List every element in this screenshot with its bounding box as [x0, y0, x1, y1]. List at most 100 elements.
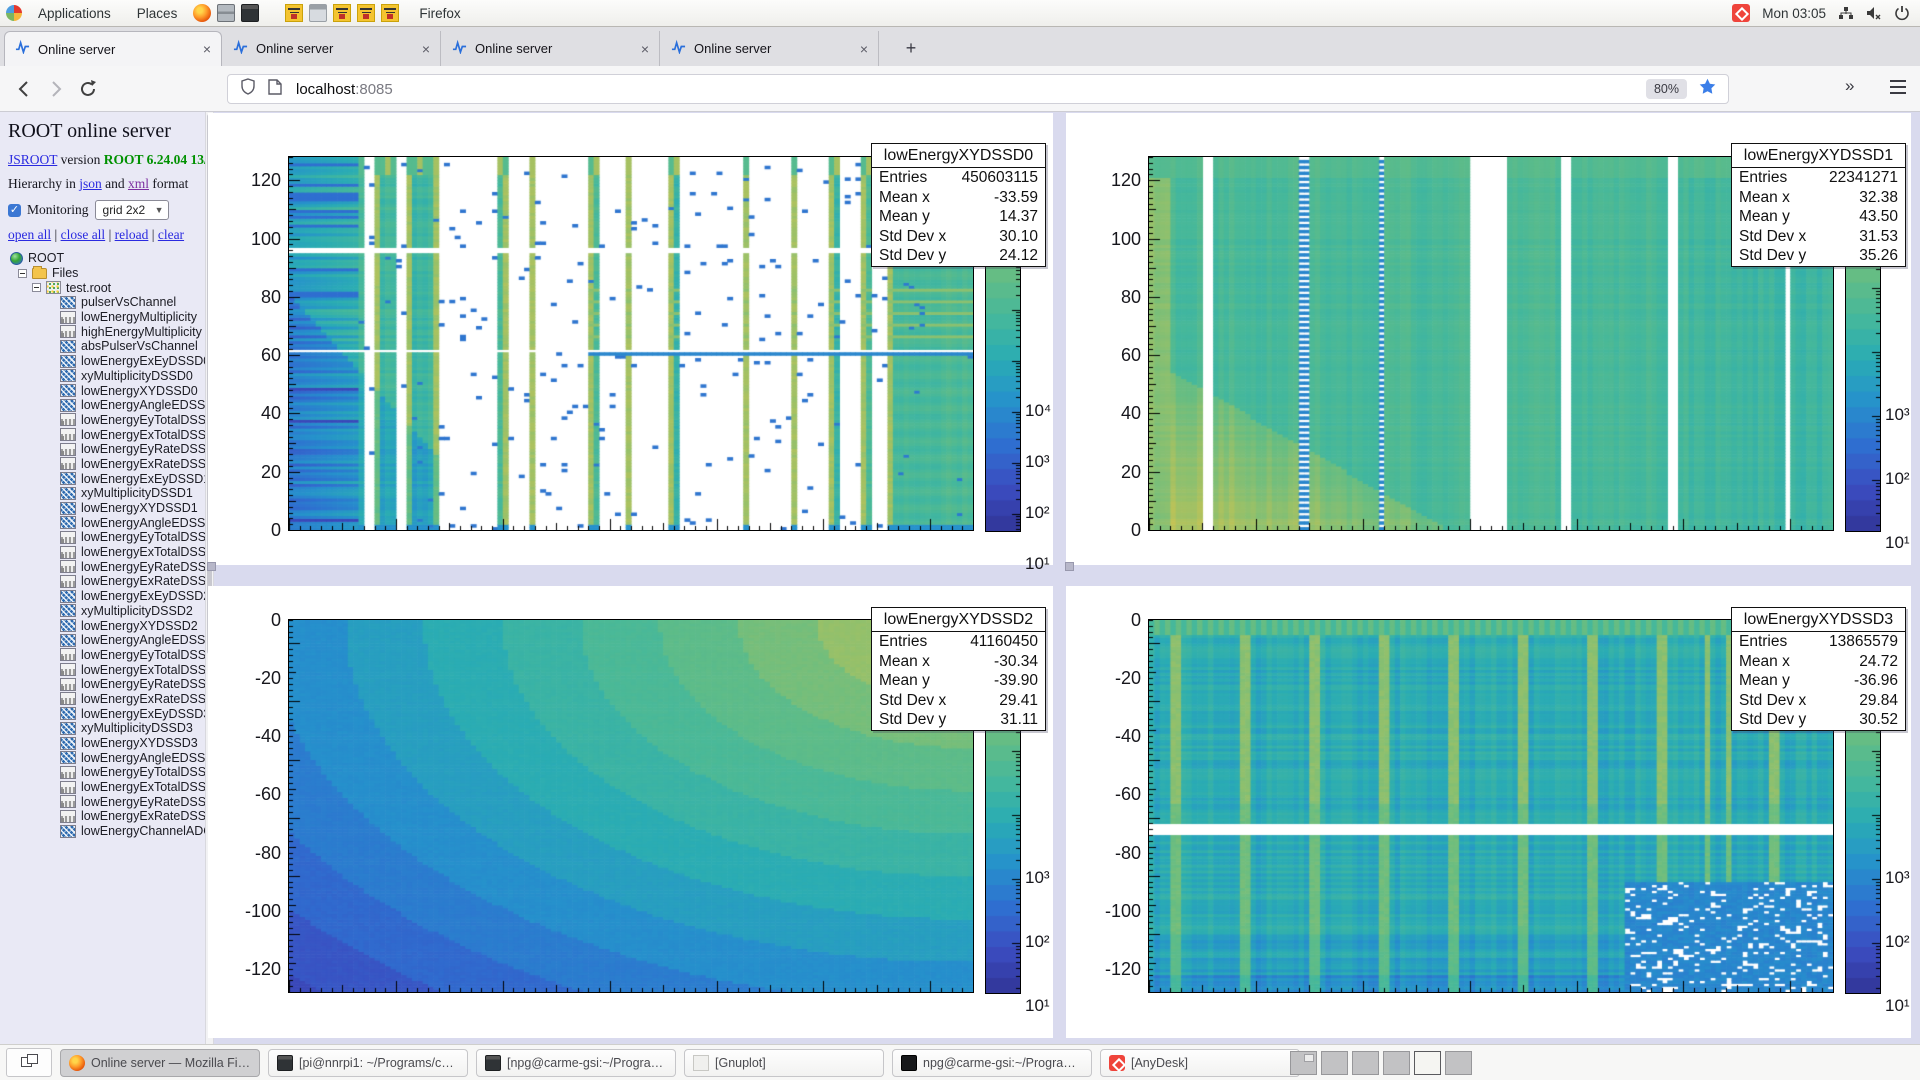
tree-item-label[interactable]: lowEnergyExRateDSSD1 [81, 574, 205, 588]
pad-resize-handle[interactable] [207, 562, 216, 571]
monitoring-checkbox[interactable]: ✓ [8, 204, 21, 217]
jsroot-link[interactable]: JSROOT [8, 152, 57, 167]
tab-close-icon[interactable]: × [860, 41, 868, 57]
midas-launcher-icon[interactable] [381, 4, 399, 22]
tree-item-label[interactable]: lowEnergyAngleEDSSD2 [81, 633, 205, 647]
workspace-cell-6[interactable] [1445, 1051, 1472, 1075]
url-bar[interactable]: localhost:8085 80% [227, 74, 1729, 104]
workspace-cell-1[interactable] [1290, 1051, 1317, 1075]
midas-launcher-icon[interactable] [333, 4, 351, 22]
grid-layout-select[interactable]: grid 2x2▼ [95, 200, 169, 220]
tree-item-label[interactable]: lowEnergyExEyDSSD1 [81, 472, 205, 486]
new-tab-button[interactable]: + [898, 36, 924, 62]
tab-online-server-3[interactable]: Online server× [442, 31, 660, 66]
tree-item-label[interactable]: xyMultiplicityDSSD3 [81, 721, 193, 735]
power-icon[interactable] [1894, 5, 1910, 21]
tree-item-label[interactable]: lowEnergyExRateDSSD3 [81, 809, 205, 823]
firefox-launcher-icon[interactable] [193, 4, 211, 22]
workspace-cell-4[interactable] [1383, 1051, 1410, 1075]
clock[interactable]: Mon 03:05 [1762, 6, 1826, 21]
system-tool-launcher-icon[interactable] [309, 4, 327, 22]
tree-item-label[interactable]: lowEnergyExEyDSSD3 [81, 707, 205, 721]
tree-item-label[interactable]: test.root [66, 281, 111, 295]
workspace-cell-2[interactable] [1321, 1051, 1348, 1075]
tree-item-label[interactable]: pulserVsChannel [81, 295, 176, 309]
stats-box-lowEnergyXYDSSD1[interactable]: lowEnergyXYDSSD1Entries22341271Mean x32.… [1731, 143, 1906, 267]
tree-item-label[interactable]: xyMultiplicityDSSD2 [81, 604, 193, 618]
show-desktop-button[interactable] [6, 1048, 52, 1077]
action-clear[interactable]: clear [158, 227, 184, 242]
tree-item-label[interactable]: lowEnergyExTotalDSSD2 [81, 663, 205, 677]
stats-box-lowEnergyXYDSSD3[interactable]: lowEnergyXYDSSD3Entries13865579Mean x24.… [1731, 607, 1906, 731]
taskbar-button-3[interactable]: [npg@carme-gsi:~/Programs/caenl... [476, 1049, 676, 1077]
volume-muted-icon[interactable] [1866, 5, 1882, 21]
places-menu[interactable]: Places [127, 6, 188, 21]
tree-item-label[interactable]: lowEnergyEyRateDSSD3 [81, 795, 205, 809]
tree-item-label[interactable]: lowEnergyExEyDSSD0 [81, 354, 205, 368]
tree-item-label[interactable]: lowEnergyExTotalDSSD0 [81, 428, 205, 442]
tab-online-server-1[interactable]: Online server× [4, 31, 222, 66]
bookmark-star-icon[interactable] [1699, 78, 1716, 100]
midas-launcher-icon[interactable] [357, 4, 375, 22]
taskbar-button-2[interactable]: [pi@nnrpi1: ~/Programs/caenlogg... [268, 1049, 468, 1077]
tree-item-label[interactable]: lowEnergyExTotalDSSD1 [81, 545, 205, 559]
network-icon[interactable] [1838, 5, 1854, 21]
tree-item-label[interactable]: lowEnergyExRateDSSD0 [81, 457, 205, 471]
tree-item-label[interactable]: ROOT [28, 251, 64, 265]
tree-item-label[interactable]: lowEnergyEyTotalDSSD3 [81, 765, 205, 779]
tree-collapse-toggle[interactable] [32, 283, 41, 292]
pad-resize-handle[interactable] [1065, 562, 1074, 571]
tree-item-label[interactable]: lowEnergyExTotalDSSD3 [81, 780, 205, 794]
app-menu-button[interactable] [1890, 80, 1906, 94]
taskbar-button-5[interactable]: npg@carme-gsi:~/Programs/CAR... [892, 1049, 1092, 1077]
tab-close-icon[interactable]: × [422, 41, 430, 57]
taskbar-button-1[interactable]: Online server — Mozilla Firefox [60, 1049, 260, 1077]
taskbar-button-6[interactable]: [AnyDesk] [1100, 1049, 1300, 1077]
action-close-all[interactable]: close all [61, 227, 106, 242]
anydesk-tray-icon[interactable] [1732, 4, 1750, 22]
shield-icon[interactable] [240, 78, 256, 100]
applications-menu[interactable]: Applications [28, 6, 121, 21]
tree-item-label[interactable]: lowEnergyAngleEDSSD3 [81, 751, 205, 765]
stats-box-lowEnergyXYDSSD0[interactable]: lowEnergyXYDSSD0Entries450603115Mean x-3… [871, 143, 1046, 267]
tree-item-label[interactable]: absPulserVsChannel [81, 339, 198, 353]
tab-close-icon[interactable]: × [641, 41, 649, 57]
url-text[interactable]: localhost:8085 [296, 81, 1646, 98]
stats-box-lowEnergyXYDSSD2[interactable]: lowEnergyXYDSSD2Entries41160450Mean x-30… [871, 607, 1046, 731]
tree-item-label[interactable]: lowEnergyEyRateDSSD1 [81, 560, 205, 574]
tree-item-label[interactable]: lowEnergyAngleEDSSD1 [81, 516, 205, 530]
tab-online-server-2[interactable]: Online server× [223, 31, 441, 66]
action-reload[interactable]: reload [115, 227, 149, 242]
tree-item-label[interactable]: lowEnergyChannelADC [81, 824, 205, 838]
xml-link[interactable]: xml [128, 176, 149, 191]
toolbar-overflow-button[interactable]: » [1845, 76, 1852, 96]
tree-item-label[interactable]: lowEnergyEyTotalDSSD0 [81, 413, 205, 427]
action-open-all[interactable]: open all [8, 227, 51, 242]
tree-item-label[interactable]: lowEnergyEyTotalDSSD2 [81, 648, 205, 662]
tree-item-label[interactable]: Files [52, 266, 78, 280]
taskbar-button-4[interactable]: [Gnuplot] [684, 1049, 884, 1077]
workspace-cell-3[interactable] [1352, 1051, 1379, 1075]
zoom-level-badge[interactable]: 80% [1646, 79, 1687, 99]
tree-item-label[interactable]: xyMultiplicityDSSD1 [81, 486, 193, 500]
tree-item-label[interactable]: lowEnergyEyRateDSSD2 [81, 677, 205, 691]
tab-close-icon[interactable]: × [203, 41, 211, 57]
tree-item-label[interactable]: lowEnergyXYDSSD0 [81, 384, 198, 398]
json-link[interactable]: json [79, 176, 102, 191]
file-manager-launcher-icon[interactable] [217, 4, 235, 22]
distro-menu-icon[interactable] [6, 5, 22, 21]
tree-item-label[interactable]: lowEnergyMultiplicity [81, 310, 197, 324]
tree-item-label[interactable]: lowEnergyXYDSSD2 [81, 619, 198, 633]
tree-item-label[interactable]: lowEnergyEyRateDSSD0 [81, 442, 205, 456]
tree-item-label[interactable]: lowEnergyXYDSSD1 [81, 501, 198, 515]
tree-collapse-toggle[interactable] [18, 269, 27, 278]
terminal-launcher-icon[interactable] [241, 4, 259, 22]
tab-online-server-4[interactable]: Online server× [661, 31, 879, 66]
tree-item-label[interactable]: lowEnergyXYDSSD3 [81, 736, 198, 750]
back-button[interactable] [12, 77, 36, 101]
forward-button[interactable] [44, 77, 68, 101]
workspace-cell-5[interactable] [1414, 1051, 1441, 1075]
midas-launcher-icon[interactable] [285, 4, 303, 22]
tree-item-label[interactable]: highEnergyMultiplicity [81, 325, 202, 339]
page-info-icon[interactable] [268, 79, 282, 100]
